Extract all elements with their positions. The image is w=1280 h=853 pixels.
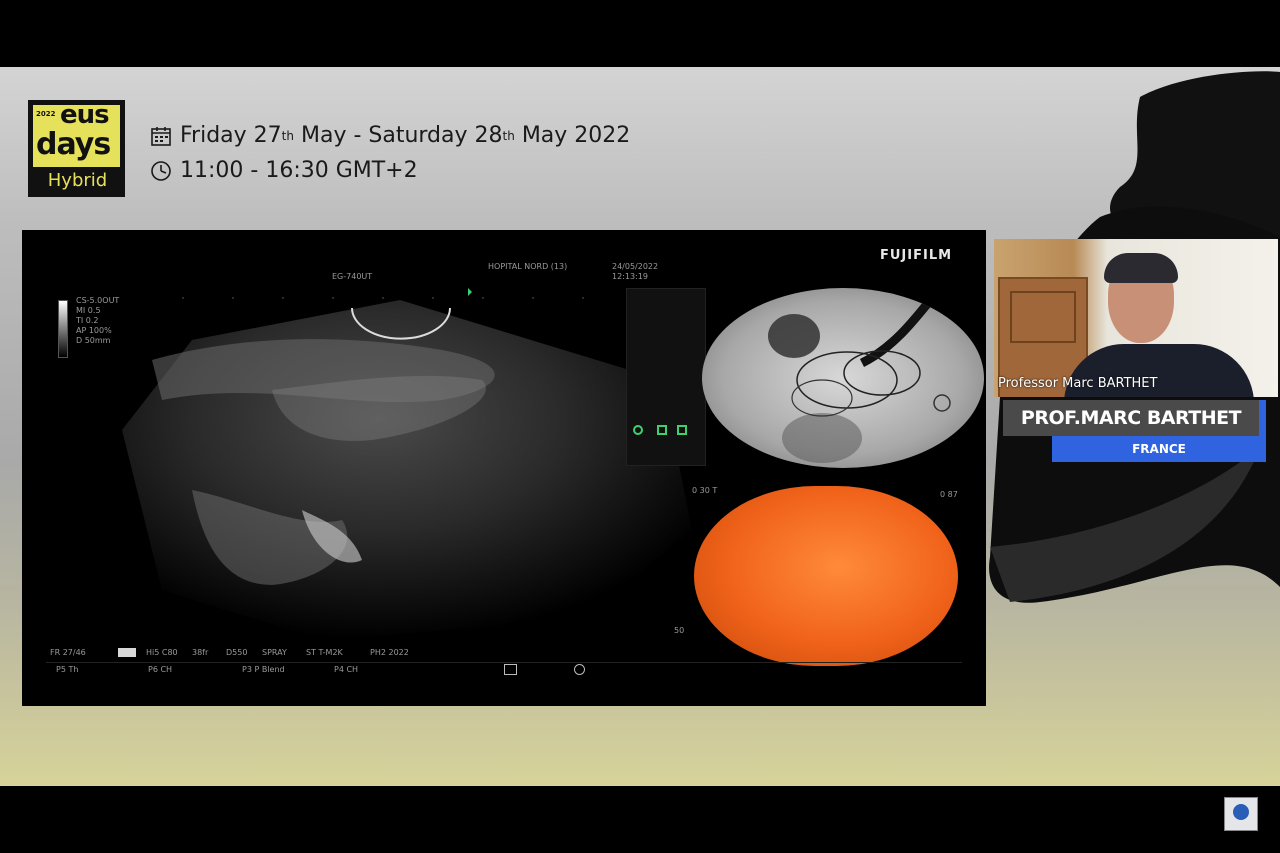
- date-mid: May - Saturday 28: [293, 123, 503, 148]
- event-date: Friday 27th May - Saturday 28th May 2022: [150, 123, 630, 148]
- speaker-caption: Professor Marc BARTHET: [998, 376, 1158, 391]
- speaker-hair: [1104, 253, 1178, 283]
- status-box: [118, 648, 136, 657]
- speaker-country-bar: FRANCE: [1052, 436, 1266, 462]
- date-sup2: th: [502, 128, 515, 143]
- logo-hybrid: Hybrid: [47, 170, 108, 191]
- calendar-icon: [151, 126, 171, 146]
- date-sup1: th: [281, 128, 294, 143]
- clock-icon: [151, 160, 171, 181]
- bottom-bar: P5 Th P6 CH P3 P Blend P4 CH: [46, 662, 962, 677]
- bottom-0: P5 Th: [56, 665, 79, 674]
- speaker-name-bar: PROF.MARC BARTHET: [1003, 400, 1259, 436]
- fluoroscopy-image: [702, 288, 984, 468]
- status-2: 38fr: [192, 648, 209, 657]
- endoscopy-image: [694, 486, 958, 666]
- endo-right-label: 0 87: [940, 490, 958, 499]
- bottom-1: P6 CH: [148, 665, 173, 674]
- endo-left-label: 0 30 T: [692, 486, 718, 495]
- side-panel: [626, 288, 706, 466]
- date-prefix: Friday 27: [180, 123, 282, 148]
- mode-icon-2: [677, 425, 687, 435]
- date-suffix: May 2022: [514, 123, 631, 148]
- logo-days: days: [36, 127, 111, 162]
- mode-icon: [657, 425, 667, 435]
- bottom-3: P4 CH: [334, 665, 359, 674]
- status-5: ST T-M2K: [306, 648, 343, 657]
- status-bar: FR 27/46 Hi5 C80 38fr D550 SPRAY ST T-M2…: [50, 648, 450, 660]
- status-4: SPRAY: [262, 648, 287, 657]
- status-1: Hi5 C80: [146, 648, 178, 657]
- event-time: 11:00 - 16:30 GMT+2: [150, 158, 418, 183]
- settings-icon: [574, 664, 585, 675]
- speaker-video: [994, 239, 1278, 397]
- freeze-icon: [504, 664, 517, 675]
- bottom-2: P3 P Blend: [242, 665, 285, 674]
- status-3: D550: [226, 648, 248, 657]
- globe-icon: [1233, 804, 1249, 820]
- fluoroscopy-detail: [768, 288, 954, 463]
- status-6: PH2 2022: [370, 648, 409, 657]
- status-0: FR 27/46: [50, 648, 86, 657]
- event-logo: 2022 eus days Hybrid: [28, 100, 125, 197]
- letterbox-bottom: [0, 786, 1280, 853]
- letterbox-top: [0, 0, 1280, 67]
- broadcast-stage: 2022 eus days Hybrid Friday 27th May - S…: [0, 67, 1280, 786]
- time-text: 11:00 - 16:30 GMT+2: [180, 158, 418, 183]
- logo-eus: eus: [60, 100, 110, 130]
- refresh-icon: [633, 425, 643, 435]
- corner-logo-badge[interactable]: [1224, 797, 1258, 831]
- logo-year: 2022: [36, 110, 56, 118]
- endo-scale: 50: [674, 626, 685, 635]
- shared-screen: FUJIFILM EG-740UT HOPITAL NORD (13) 24/0…: [22, 230, 986, 706]
